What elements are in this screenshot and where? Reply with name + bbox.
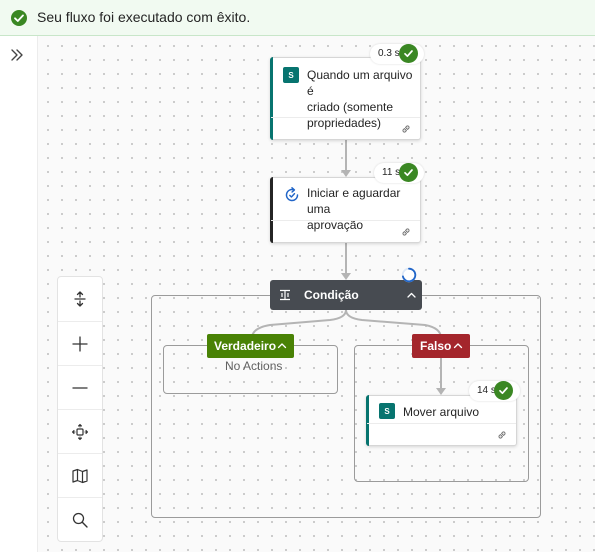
left-panel [0,36,38,552]
minimap-icon [72,468,88,483]
fit-view-button[interactable] [58,409,102,453]
zoom-out-button[interactable] [58,365,102,409]
loading-spinner-icon [401,267,417,283]
link-icon[interactable] [400,123,412,135]
condition-title: Condição [304,288,359,302]
true-branch-pill[interactable]: Verdadeiro [207,334,294,358]
link-icon[interactable] [400,226,412,238]
approval-icon [285,187,299,202]
move-file-card[interactable]: S Mover arquivo [366,395,517,446]
search-button[interactable] [58,497,102,541]
banner-message: Seu fluxo foi executado com êxito. [37,9,251,25]
chevron-up-icon[interactable] [406,290,417,301]
card-footer [271,117,420,139]
fit-vertical-icon [74,291,86,307]
success-banner: Seu fluxo foi executado com êxito. [0,0,595,36]
no-actions-label: No Actions [225,359,283,373]
success-check-icon [399,44,418,63]
false-branch-pill[interactable]: Falso [412,334,470,358]
trigger-card[interactable]: S Quando um arquivo é criado (somente pr… [270,57,421,140]
chevron-up-icon[interactable] [276,340,288,352]
approval-card[interactable]: Iniciar e aguardar uma aprovação [270,177,421,243]
zoom-in-button[interactable] [58,321,102,365]
chevron-double-right-icon[interactable] [8,46,26,64]
fit-vertical-button[interactable] [58,277,102,321]
move-file-title: Mover arquivo [403,405,480,419]
card-footer [367,423,516,445]
success-check-icon [11,10,27,26]
minimap-button[interactable] [58,453,102,497]
condition-header[interactable]: Condição [270,280,422,310]
card-footer [271,220,420,242]
condition-icon [280,289,290,301]
sharepoint-icon: S [379,403,395,419]
success-check-icon [494,381,513,400]
fit-view-icon [71,423,89,440]
zoom-in-icon [72,335,88,352]
chevron-up-icon[interactable] [452,340,464,352]
zoom-out-icon [72,386,88,389]
link-icon[interactable] [496,429,508,441]
canvas-toolbar [57,276,103,542]
sharepoint-icon: S [283,67,299,83]
search-icon [72,512,88,528]
success-check-icon [399,163,418,182]
